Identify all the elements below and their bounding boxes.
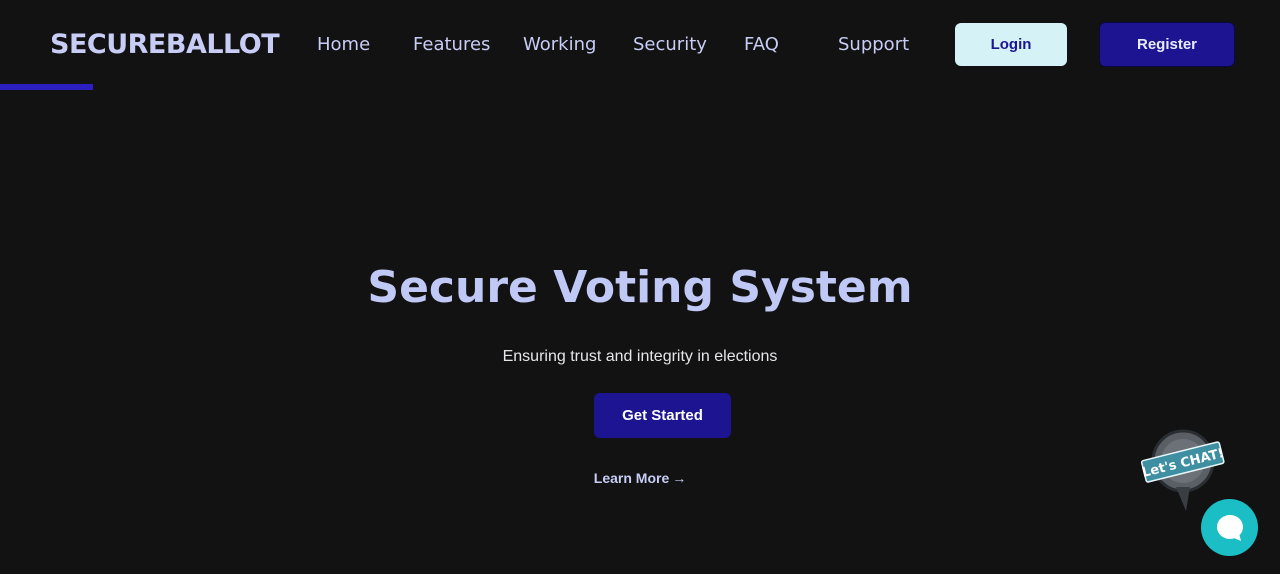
chat-bubble-icon bbox=[1216, 514, 1243, 541]
register-button[interactable]: Register bbox=[1099, 22, 1235, 67]
site-header: SECUREBALLOT Home Features Working Secur… bbox=[0, 0, 1280, 90]
scroll-progress-bar bbox=[0, 84, 1280, 90]
chat-launcher-button[interactable] bbox=[1201, 499, 1258, 556]
speech-bubble-icon: Let's CHAT! bbox=[1141, 429, 1226, 511]
nav-home[interactable]: Home bbox=[317, 33, 370, 57]
login-button[interactable]: Login bbox=[955, 23, 1067, 66]
arrow-right-icon: → bbox=[672, 470, 687, 486]
nav-security[interactable]: Security bbox=[633, 33, 707, 57]
nav-working[interactable]: Working bbox=[523, 33, 596, 57]
lets-chat-badge[interactable]: Let's CHAT! bbox=[1140, 425, 1226, 511]
nav-support[interactable]: Support bbox=[838, 33, 909, 57]
hero-subtitle: Ensuring trust and integrity in election… bbox=[502, 348, 778, 365]
brand-logo[interactable]: SECUREBALLOT bbox=[50, 27, 280, 63]
scroll-progress-fill bbox=[0, 84, 94, 90]
page: SECUREBALLOT Home Features Working Secur… bbox=[0, 0, 1280, 574]
hero-title: Secure Voting System bbox=[367, 262, 913, 313]
learn-more-label: Learn More bbox=[593, 470, 670, 486]
nav-faq[interactable]: FAQ bbox=[744, 33, 779, 57]
get-started-button[interactable]: Get Started bbox=[594, 393, 731, 438]
nav-features[interactable]: Features bbox=[413, 33, 490, 57]
learn-more-link[interactable]: Learn More → bbox=[0, 468, 1280, 488]
